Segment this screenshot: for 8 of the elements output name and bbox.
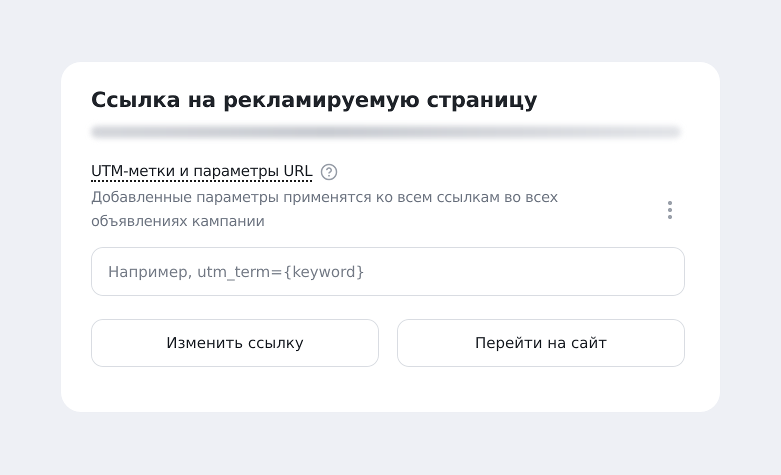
more-icon[interactable] [667, 200, 673, 220]
help-icon[interactable] [320, 163, 338, 181]
action-button[interactable]: Изменить ссылку [91, 319, 379, 367]
action-button[interactable]: Перейти на сайт [397, 319, 685, 367]
card-title: Ссылка на рекламируемую страницу [91, 88, 538, 112]
utm-description: Добавленные параметры применятся ко всем ссылкам во всех объявлениях кампании [91, 189, 559, 232]
utm-input-field[interactable]: Например, utm_term={keyword} [91, 247, 685, 296]
utm-label[interactable]: UTM-метки и параметры URL [91, 162, 312, 182]
